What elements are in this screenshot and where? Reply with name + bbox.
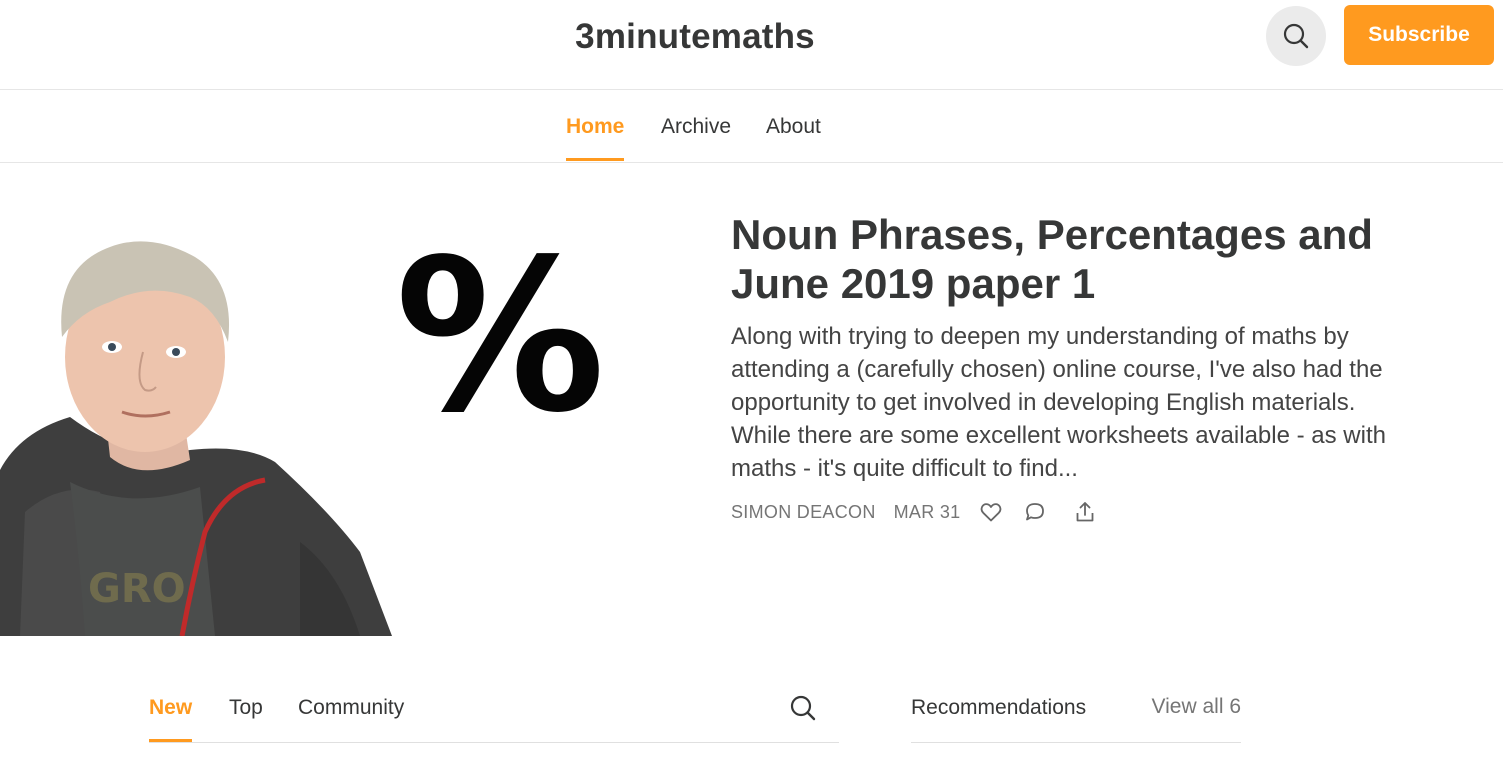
view-all-recommendations-link[interactable]: View all 6 bbox=[1152, 695, 1242, 719]
top-header: 3minutemaths Subscribe bbox=[0, 0, 1503, 90]
featured-post-title[interactable]: Noun Phrases, Percentages and June 2019 … bbox=[731, 210, 1431, 308]
percent-graphic: % bbox=[395, 214, 606, 459]
author-photo: GRO bbox=[0, 241, 392, 636]
tab-community[interactable]: Community bbox=[298, 696, 404, 720]
publication-title[interactable]: 3minutemaths bbox=[0, 17, 1390, 57]
post-date: MAR 31 bbox=[893, 501, 961, 522]
svg-text:GRO: GRO bbox=[88, 566, 186, 612]
tab-new[interactable]: New bbox=[149, 696, 192, 720]
featured-post-image[interactable]: GRO % bbox=[0, 212, 690, 636]
heart-icon bbox=[981, 503, 1002, 522]
featured-post-excerpt: Along with trying to deepen my understan… bbox=[731, 323, 1386, 482]
main-nav: Home Archive About bbox=[0, 90, 1503, 163]
search-icon bbox=[1283, 23, 1309, 49]
header-search-button[interactable] bbox=[1266, 6, 1326, 66]
comment-button[interactable] bbox=[1020, 497, 1050, 527]
share-icon bbox=[1077, 502, 1094, 522]
tab-active-indicator bbox=[149, 739, 192, 742]
nav-item-archive[interactable]: Archive bbox=[661, 115, 731, 139]
nav-item-about[interactable]: About bbox=[766, 115, 821, 139]
recommendations-title: Recommendations bbox=[911, 696, 1087, 719]
nav-active-indicator bbox=[566, 158, 624, 161]
feed-search-button[interactable] bbox=[787, 692, 819, 724]
recommendations-header: Recommendations View all 6 bbox=[911, 692, 1241, 743]
post-author[interactable]: SIMON DEACON bbox=[731, 502, 876, 523]
subscribe-button[interactable]: Subscribe bbox=[1344, 5, 1494, 65]
search-icon bbox=[790, 695, 816, 721]
tab-top[interactable]: Top bbox=[229, 696, 263, 720]
like-button[interactable] bbox=[976, 497, 1006, 527]
share-button[interactable] bbox=[1070, 497, 1100, 527]
featured-post-meta: SIMON DEACON MAR 31 bbox=[731, 497, 1100, 527]
feed-tabs: New Top Community bbox=[149, 692, 839, 743]
nav-item-home[interactable]: Home bbox=[566, 115, 624, 139]
comment-icon bbox=[1026, 503, 1045, 521]
